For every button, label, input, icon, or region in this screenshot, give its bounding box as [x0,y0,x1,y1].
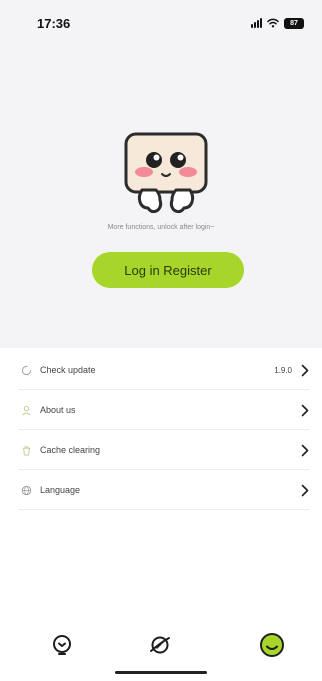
bottom-tab-bar [0,625,322,669]
menu-item-language[interactable]: Language [0,470,322,510]
menu-item-check-update[interactable]: Check update 1.9.0 [0,350,322,390]
battery-icon: 87 [284,17,304,29]
menu-item-cache-clearing[interactable]: Cache clearing [0,430,322,470]
login-hint-text: More functions, unlock after login~ [107,224,215,231]
cellular-signal-icon [251,18,262,28]
lightbulb-icon [53,635,71,655]
user-icon [20,404,32,416]
menu-item-label: Check update [40,365,96,375]
tab-profile[interactable] [258,631,286,659]
menu-item-label: Language [40,485,81,495]
status-icons: 87 [251,16,304,30]
globe-icon [20,484,32,496]
status-bar: 17:36 87 [0,0,322,44]
chevron-right-icon [300,443,310,457]
menu-item-about-us[interactable]: About us [0,390,322,430]
app-screen: 17:36 87 More functions, unlock after lo… [0,0,322,681]
refresh-icon [20,364,32,376]
home-indicator[interactable] [115,671,207,674]
mascot-avatar [124,132,208,214]
wifi-icon [267,18,279,28]
tab-explore[interactable] [146,631,174,659]
menu-item-label: Cache clearing [40,445,101,455]
profile-header: 17:36 87 More functions, unlock after lo… [0,0,322,348]
chevron-right-icon [300,483,310,497]
app-version-value: 1.9.0 [274,365,292,375]
chevron-right-icon [300,403,310,417]
settings-menu: Check update 1.9.0 About us Cache cleari… [0,350,322,510]
status-time: 17:36 [37,16,71,31]
tab-lightbulb[interactable] [48,631,76,659]
smiley-icon [260,633,284,657]
login-register-button[interactable]: Log in Register [92,252,244,288]
menu-item-label: About us [40,405,76,415]
planet-icon [150,636,170,654]
trash-icon [20,444,32,456]
chevron-right-icon [300,363,310,377]
